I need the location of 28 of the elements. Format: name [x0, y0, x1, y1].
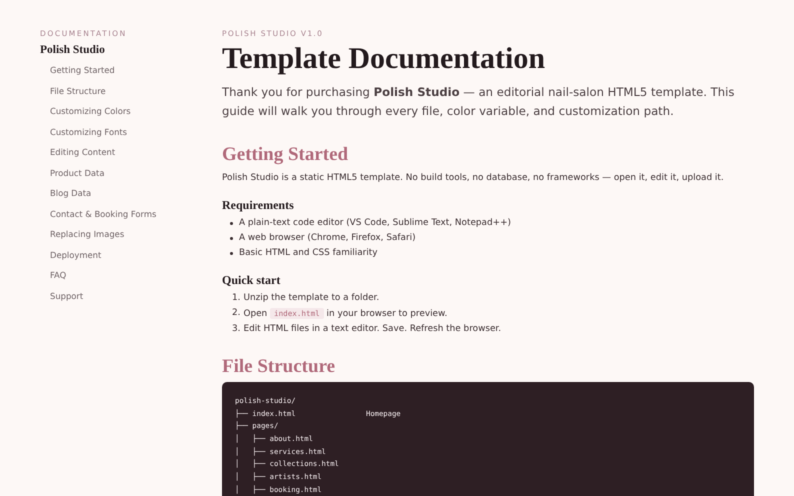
sidebar-link[interactable]: Deployment — [50, 248, 102, 268]
sidebar-link[interactable]: Support — [50, 288, 84, 309]
page-title: Template Documentation — [222, 41, 546, 77]
sidebar-link[interactable]: File Structure — [50, 84, 106, 104]
sidebar-title: Polish Studio — [40, 44, 105, 56]
sidebar-link[interactable]: FAQ — [50, 268, 66, 288]
sidebar-link[interactable]: Product Data — [50, 166, 104, 186]
list-number: 3. — [232, 323, 240, 336]
subheading: Requirements — [222, 198, 295, 213]
section-heading: Getting Started — [222, 143, 350, 167]
sidebar-link[interactable]: Replacing Images — [50, 227, 124, 248]
list-item: A web browser (Chrome, Firefox, Safari) — [230, 231, 754, 246]
list-item: Unzip the template to a folder. — [243, 292, 380, 305]
sidebar-link[interactable]: Getting Started — [50, 63, 115, 84]
sidebar-link[interactable]: Contact & Booking Forms — [50, 206, 156, 227]
list-item: Edit HTML files in a text editor. Save. Refresh the browser. — [243, 323, 502, 336]
list-number: 2. — [232, 307, 240, 320]
subheading: Quick start — [222, 273, 282, 288]
sidebar-link[interactable]: Customizing Fonts — [50, 124, 128, 145]
intro-paragraph: Thank you for purchasing Polish Studio — an editorial nail-salon HTML5 template. This guide will walk you through every file, color variable, and customization path. — [222, 84, 736, 120]
list-item: Basic HTML and CSS familiarity — [230, 246, 754, 261]
section-paragraph: Polish Studio is a static HTML5 template. No build tools, no database, no frameworks — open it, edit it, upload it. — [222, 172, 725, 185]
sidebar-link[interactable]: Blog Data — [50, 186, 92, 206]
sidebar-link[interactable]: Customizing Colors — [50, 104, 131, 124]
list-number: 1. — [232, 292, 240, 305]
section-heading: File Structure — [222, 355, 336, 379]
sidebar-link[interactable]: Editing Content — [50, 145, 116, 166]
list-item: A plain-text code editor (VS Code, Sublime Text, Notepad++) — [230, 216, 754, 231]
